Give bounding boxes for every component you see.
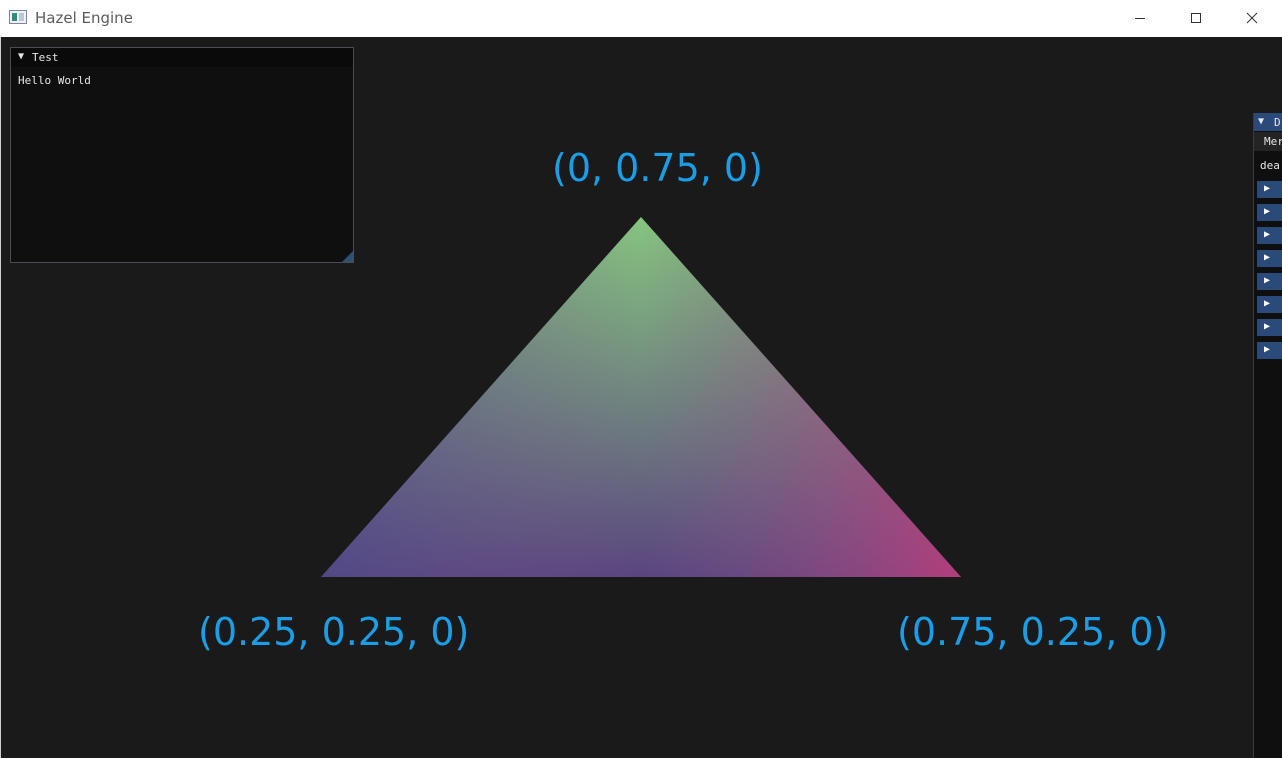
expand-arrow-icon: ▶	[1264, 183, 1271, 194]
side-panel-text: dea	[1260, 159, 1280, 172]
vertex-label-bottom-left: (0.25, 0.25, 0)	[198, 610, 470, 654]
imgui-test-window-text: Hello World	[18, 74, 91, 87]
side-panel-menu-item[interactable]: Mer	[1264, 135, 1282, 148]
side-panel-menubar[interactable]: Mer	[1254, 132, 1282, 151]
tree-expand-button[interactable]: ▶	[1257, 342, 1282, 359]
tree-expand-button[interactable]: ▶	[1257, 204, 1282, 221]
tree-expand-button[interactable]: ▶	[1257, 296, 1282, 313]
expand-arrow-icon: ▶	[1264, 229, 1271, 240]
tree-expand-button[interactable]: ▶	[1257, 181, 1282, 198]
expand-arrow-icon: ▶	[1264, 206, 1271, 217]
imgui-test-window-title: Test	[32, 51, 59, 64]
triangle-color-blend	[321, 217, 961, 577]
expand-arrow-icon: ▶	[1264, 344, 1271, 355]
tree-expand-button[interactable]: ▶	[1257, 273, 1282, 290]
expand-arrow-icon: ▶	[1264, 275, 1271, 286]
imgui-side-panel[interactable]: ▼ D Mer dea ▶ ▶ ▶ ▶ ▶ ▶ ▶ ▶	[1253, 113, 1282, 758]
tree-expand-button[interactable]: ▶	[1257, 250, 1282, 267]
imgui-test-window-titlebar[interactable]: ▼ Test	[11, 48, 353, 67]
side-panel-titlebar[interactable]: ▼ D	[1254, 113, 1282, 131]
tree-expand-button[interactable]: ▶	[1257, 319, 1282, 336]
expand-arrow-icon: ▶	[1264, 321, 1271, 332]
side-panel-title: D	[1274, 116, 1281, 129]
expand-arrow-icon: ▶	[1264, 298, 1271, 309]
vertex-label-bottom-right: (0.75, 0.25, 0)	[897, 610, 1169, 654]
resize-grip-icon[interactable]	[342, 251, 353, 262]
imgui-test-window[interactable]: ▼ Test Hello World	[10, 47, 354, 263]
side-panel-collapse-arrow-icon[interactable]: ▼	[1258, 116, 1264, 127]
expand-arrow-icon: ▶	[1264, 252, 1271, 263]
tree-expand-button[interactable]: ▶	[1257, 227, 1282, 244]
collapse-arrow-icon[interactable]: ▼	[18, 51, 24, 62]
vertex-label-top: (0, 0.75, 0)	[552, 146, 763, 190]
